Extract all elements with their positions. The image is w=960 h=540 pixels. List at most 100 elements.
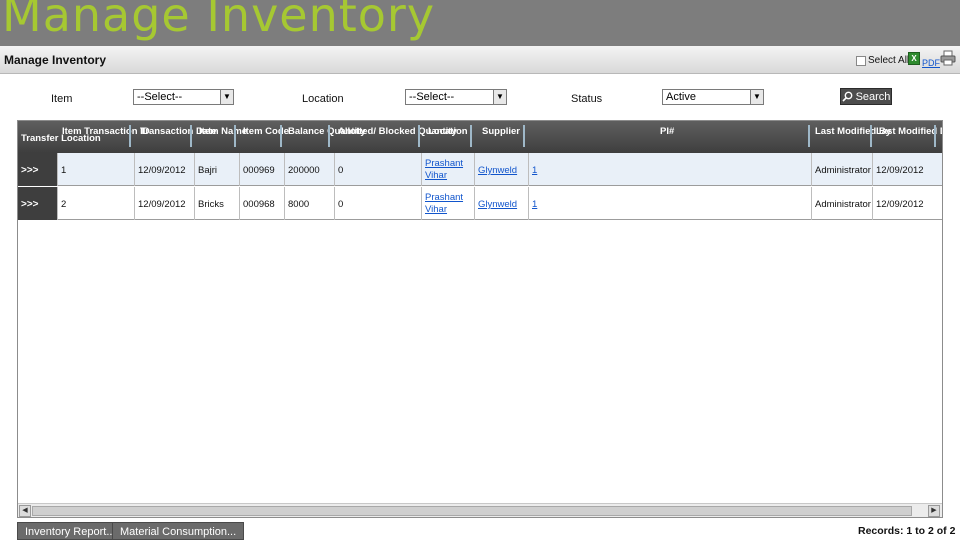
pi-link[interactable]: 1 (532, 165, 537, 176)
inventory-grid: Transfer Location Item Transaction ID Tr… (17, 120, 943, 518)
last-modified-by-text: Administrator (815, 165, 871, 176)
column-separator[interactable] (934, 125, 936, 147)
manage-inventory-panel: Manage Inventory Select All X PDF Item -… (0, 46, 960, 540)
cell-transaction-id: 1 (58, 153, 135, 186)
col-pi-label: PI# (660, 126, 675, 137)
scroll-left-icon[interactable]: ◀ (19, 505, 31, 517)
slide-title: Manage Inventory (2, 0, 436, 42)
print-icon[interactable] (940, 50, 956, 66)
column-separator[interactable] (234, 125, 236, 147)
item-select[interactable]: --Select-- ▼ (133, 89, 234, 105)
slide-title-band: Manage Inventory (0, 0, 960, 46)
item-code-text: 000969 (243, 165, 275, 176)
column-separator[interactable] (129, 125, 131, 147)
cell-last-modified-date: 12/09/2012 (873, 153, 942, 186)
search-button-label: Search (855, 90, 891, 103)
location-link[interactable]: Prashant Vihar (425, 158, 471, 182)
cell-balance-quantity: 8000 (285, 187, 335, 220)
horizontal-scrollbar[interactable]: ◀ ▶ (18, 503, 942, 517)
grid-header: Transfer Location Item Transaction ID Tr… (18, 121, 942, 153)
transaction-id-text: 1 (61, 165, 67, 176)
cell-last-modified-date: 12/09/2012 (873, 187, 942, 220)
select-all-checkbox[interactable] (856, 55, 866, 66)
chevron-down-icon[interactable]: ▼ (493, 90, 506, 104)
inventory-report-button[interactable]: Inventory Report... (17, 522, 124, 540)
column-separator[interactable] (470, 125, 472, 147)
col-item-code-label: Item Code (243, 126, 289, 137)
column-separator[interactable] (808, 125, 810, 147)
column-separator[interactable] (523, 125, 525, 147)
transaction-date-text: 12/09/2012 (138, 165, 186, 176)
col-item-transaction-id-label: Item Transaction ID (62, 126, 150, 137)
transaction-id-text: 2 (61, 199, 67, 210)
col-supplier[interactable]: Supplier (482, 121, 527, 153)
excel-icon[interactable]: X (908, 52, 920, 65)
col-last-modified-date[interactable]: Last Modified D (874, 121, 942, 153)
scroll-right-icon[interactable]: ▶ (928, 505, 940, 517)
cell-item-name: Bajri (195, 153, 240, 186)
status-select[interactable]: Active ▼ (662, 89, 764, 105)
transfer-label: >>> (21, 165, 39, 176)
cell-balance-quantity: 200000 (285, 153, 335, 186)
col-location[interactable]: Location (428, 121, 468, 153)
col-transaction-date[interactable]: Transaction Date (140, 121, 217, 153)
column-separator[interactable] (190, 125, 192, 147)
cell-last-modified-by: Administrator (812, 153, 873, 186)
item-code-text: 000968 (243, 199, 275, 210)
panel-header: Manage Inventory Select All X PDF (0, 46, 960, 74)
cell-supplier[interactable]: Glynweld (475, 187, 529, 220)
balance-quantity-text: 8000 (288, 199, 310, 210)
item-filter-label: Item (51, 93, 73, 105)
cell-location[interactable]: Prashant Vihar (422, 187, 475, 220)
cell-pi[interactable]: 1 (529, 187, 812, 220)
material-consumption-button[interactable]: Material Consumption... (112, 522, 245, 540)
balance-quantity-text: 200000 (288, 165, 320, 176)
pdf-link[interactable]: PDF (922, 58, 940, 68)
select-all[interactable]: Select All (856, 55, 909, 66)
cell-transaction-date: 12/09/2012 (135, 187, 195, 220)
scrollbar-thumb[interactable] (32, 506, 912, 516)
col-pi[interactable]: PI# (660, 121, 680, 153)
last-modified-date-text: 12/09/2012 (876, 165, 924, 176)
pi-link[interactable]: 1 (532, 199, 537, 210)
col-last-modified-date-label: Last Modified D (876, 126, 942, 137)
table-row[interactable]: >>> 1 12/09/2012 Bajri 000969 200000 0 P… (18, 153, 942, 186)
cell-location[interactable]: Prashant Vihar (422, 153, 475, 186)
chevron-down-icon[interactable]: ▼ (220, 90, 233, 104)
col-item-transaction-id[interactable]: Item Transaction ID (62, 121, 150, 153)
column-separator[interactable] (870, 125, 872, 147)
transaction-date-text: 12/09/2012 (138, 199, 186, 210)
cell-supplier[interactable]: Glynweld (475, 153, 529, 186)
select-all-label: Select All (868, 55, 910, 66)
cell-item-name: Bricks (195, 187, 240, 220)
col-item-name-label: Item Name (199, 126, 248, 137)
transfer-button[interactable]: >>> (18, 187, 58, 220)
col-allotted-blocked-quantity[interactable]: Allotted/ Blocked Quantity (338, 121, 457, 153)
supplier-link[interactable]: Glynweld (478, 199, 517, 210)
supplier-link[interactable]: Glynweld (478, 165, 517, 176)
cell-allotted-blocked: 0 (335, 153, 422, 186)
col-item-name[interactable]: Item Name (199, 121, 248, 153)
column-separator[interactable] (418, 125, 420, 147)
search-button[interactable]: Search (840, 88, 892, 105)
cell-transaction-date: 12/09/2012 (135, 153, 195, 186)
column-separator[interactable] (280, 125, 282, 147)
table-row[interactable]: >>> 2 12/09/2012 Bricks 000968 8000 0 Pr… (18, 187, 942, 220)
col-transfer-location[interactable]: Transfer Location (21, 121, 101, 153)
cell-pi[interactable]: 1 (529, 153, 812, 186)
last-modified-by-text: Administrator (815, 199, 871, 210)
item-name-text: Bajri (198, 165, 218, 176)
transfer-button[interactable]: >>> (18, 153, 58, 186)
col-balance-quantity[interactable]: Balance Quantity (288, 121, 366, 153)
location-select[interactable]: --Select-- ▼ (405, 89, 507, 105)
column-separator[interactable] (328, 125, 330, 147)
location-select-value: --Select-- (409, 91, 455, 103)
last-modified-date-text: 12/09/2012 (876, 199, 924, 210)
filter-bar: Item --Select-- ▼ Location --Select-- ▼ … (0, 86, 960, 110)
chevron-down-icon[interactable]: ▼ (750, 90, 763, 104)
item-name-text: Bricks (198, 199, 224, 210)
allotted-blocked-text: 0 (338, 199, 344, 210)
panel-title: Manage Inventory (4, 53, 107, 67)
item-select-value: --Select-- (137, 91, 183, 103)
location-link[interactable]: Prashant Vihar (425, 192, 471, 216)
